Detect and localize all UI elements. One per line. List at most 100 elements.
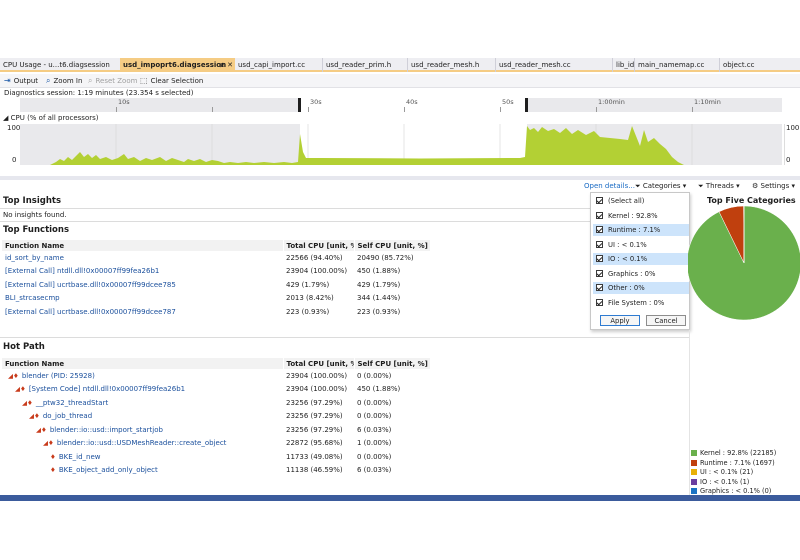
categories-pie-chart[interactable] [688,205,800,325]
function-name-cell[interactable]: ◢♦ do_job_thread [2,410,283,424]
checkbox-checked-icon[interactable] [596,255,603,262]
legend-swatch [691,450,697,456]
table-row[interactable]: ◢♦ do_job_thread 23256 (97.29%) 0 (0.00%) [2,410,430,424]
self-cpu-cell: 6 (0.03%) [357,425,392,434]
tab-4[interactable]: usd_reader_mesh.h [407,58,495,72]
function-name-cell[interactable]: ◢♦ __ptw32_threadStart [2,396,283,410]
function-name-label: [System Code] ntdll.dll!0x00007ff99fea26… [28,385,186,394]
ruler-tick: 40s [406,98,418,106]
category-option[interactable]: File System : 0% [593,297,689,309]
function-name-cell[interactable]: [External Call] ucrtbase.dll!0x00007ff99… [2,305,283,319]
category-option[interactable]: UI : < 0.1% [593,239,689,251]
tab-5[interactable]: usd_reader_mesh.cc [495,58,612,72]
settings-button[interactable]: ⚙ Settings ▾ [752,180,795,192]
section-divider [0,208,690,209]
selection-start-handle[interactable] [298,98,301,112]
table-row[interactable]: ◢♦ [System Code] ntdll.dll!0x00007ff99fea… [2,383,430,397]
tab-6[interactable]: lib_id.c [612,58,634,72]
tab-8[interactable]: object.cc [719,58,779,72]
table-row[interactable]: ◢♦ __ptw32_threadStart 23256 (97.29%) 0 (0.… [2,396,430,410]
category-option[interactable]: Other : 0% [593,282,689,294]
table-row[interactable]: id_sort_by_name 22566 (94.40%) 20490 (85.7… [2,251,430,265]
settings-label: Settings [760,182,790,190]
checkbox-checked-icon[interactable] [596,211,603,219]
tab-7[interactable]: main_namemap.cc [634,58,719,72]
zoom-in-button[interactable]: ⌕ Zoom In [46,74,82,88]
function-name-cell[interactable]: [External Call] ntdll.dll!0x00007ff99fea… [2,265,283,279]
column-header-function-name[interactable]: Function Name [2,358,284,369]
top-functions-table: Function Name Total CPU [unit, %] Self C… [2,240,431,319]
function-name-cell[interactable]: BLI_strcasecmp [2,292,283,306]
threads-filter-button[interactable]: ⏷ Threads ▾ [698,180,740,192]
tab-0[interactable]: CPU Usage - u...t6.diagsession [0,58,119,72]
ruler-tick: 30s [310,98,322,106]
total-cpu-cell: 23256 (97.29%) [286,425,343,434]
table-row[interactable]: ◢♦ blender (PID: 25928) 23904 (100.00%) 0 (… [2,369,430,383]
category-option[interactable]: Runtime : 7.1% [593,224,689,236]
category-option-label: IO : < 0.1% [608,255,648,263]
categories-filter-button[interactable]: ⏷ Categories ▾ [635,180,686,192]
checkbox-checked-icon[interactable] [596,298,603,306]
self-cpu-cell: 0 (0.00%) [357,452,392,461]
function-name-cell[interactable]: [External Call] ucrtbase.dll!0x00007ff99… [2,278,283,292]
function-name-cell[interactable]: id_sort_by_name [2,251,283,265]
timeline-ruler[interactable]: 10s 30s 40s 50s 1:00min 1:10min [20,98,782,112]
function-name-cell[interactable]: ♦ BKE_object_add_only_object [2,464,283,478]
output-button[interactable]: ⇥ Output [4,74,38,88]
category-option-label: Other : 0% [608,284,645,292]
function-name-cell[interactable]: ♦ BKE_id_new [2,450,283,464]
category-option-label: Runtime : 7.1% [608,226,661,234]
checkbox-checked-icon[interactable] [596,197,603,204]
function-name-cell[interactable]: ◢♦ blender::io::usd::import_startjob [2,423,283,437]
function-name-cell[interactable]: ◢♦ blender (PID: 25928) [2,369,283,383]
column-header-function-name[interactable]: Function Name [2,240,284,251]
table-row[interactable]: [External Call] ucrtbase.dll!0x00007ff99… [2,305,430,319]
category-option[interactable]: Kernel : 92.8% [593,210,689,222]
ruler-tick-mark [308,107,309,112]
self-cpu-cell: 450 (1.88%) [357,385,401,394]
tab-1[interactable]: usd_impoprt6.diagsession ≢ ✕ [120,58,235,72]
table-row[interactable]: [External Call] ucrtbase.dll!0x00007ff99… [2,278,430,292]
category-option[interactable]: IO : < 0.1% [593,253,689,265]
checkbox-checked-icon[interactable] [596,226,603,233]
category-option[interactable]: (Select all) [593,195,689,207]
column-header-total-cpu[interactable]: Total CPU [unit, %] [283,240,355,251]
table-row[interactable]: BLI_strcasecmp 2013 (8.42%) 344 (1.44%) [2,292,430,306]
funnel-icon: ⏷ [698,182,706,190]
function-name-cell[interactable]: ◢♦ blender::io::usd::USDMeshReader::creat… [2,437,283,451]
category-option[interactable]: Graphics : 0% [593,268,689,280]
tab-2[interactable]: usd_capi_import.cc [235,58,322,72]
open-details-link[interactable]: Open details... [584,180,635,192]
column-header-total-cpu[interactable]: Total CPU [unit, %] [283,358,355,369]
top-insights-title: Top Insights [3,196,61,206]
column-header-self-cpu[interactable]: Self CPU [unit, %] [354,358,431,369]
no-insights-text: No insights found. [3,211,67,219]
tab-pin-close-icon[interactable]: ≢ ✕ [219,58,233,72]
table-row[interactable]: ◢♦ blender::io::usd::import_startjob 23256… [2,423,430,437]
cancel-button[interactable]: Cancel [646,315,686,326]
checkbox-checked-icon[interactable] [596,269,603,277]
apply-button[interactable]: Apply [600,315,640,326]
diagnostics-session-info: Diagnostics session: 1:19 minutes (23.35… [4,89,194,97]
total-cpu-cell: 11733 (49.08%) [286,452,343,461]
checkbox-checked-icon[interactable] [596,240,603,248]
category-option-label: File System : 0% [608,298,665,307]
table-row[interactable]: ♦ BKE_object_add_only_object 11138 (46.59%… [2,464,430,478]
column-header-self-cpu[interactable]: Self CPU [unit, %]♦ [354,240,431,251]
total-cpu-cell: 11138 (46.59%) [286,466,343,475]
checkbox-checked-icon[interactable] [596,284,603,291]
legend-label: Graphics : < 0.1% (0) [700,487,772,495]
clear-selection-button[interactable]: ⬚ Clear Selection [140,74,203,88]
cpu-graph-title[interactable]: ◢ CPU (% of all processors) [3,114,99,122]
table-row[interactable]: ♦ BKE_id_new 11733 (49.08%) 0 (0.00%) [2,450,430,464]
category-option-label: Kernel : 92.8% [608,211,658,220]
table-row[interactable]: ◢♦ blender::io::usd::USDMeshReader::creat… [2,437,430,451]
table-row[interactable]: [External Call] ntdll.dll!0x00007ff99fea… [2,265,430,279]
reset-zoom-button[interactable]: ⌕ Reset Zoom [88,74,137,88]
function-name-cell[interactable]: ◢♦ [System Code] ntdll.dll!0x00007ff99fea… [2,383,283,397]
function-name-label: blender (PID: 25928) [21,371,95,380]
cpu-usage-graph[interactable] [20,124,782,165]
tab-label: lib_id.c [616,61,634,69]
tab-3[interactable]: usd_reader_prim.h [322,58,407,72]
selection-end-handle[interactable] [525,98,528,112]
